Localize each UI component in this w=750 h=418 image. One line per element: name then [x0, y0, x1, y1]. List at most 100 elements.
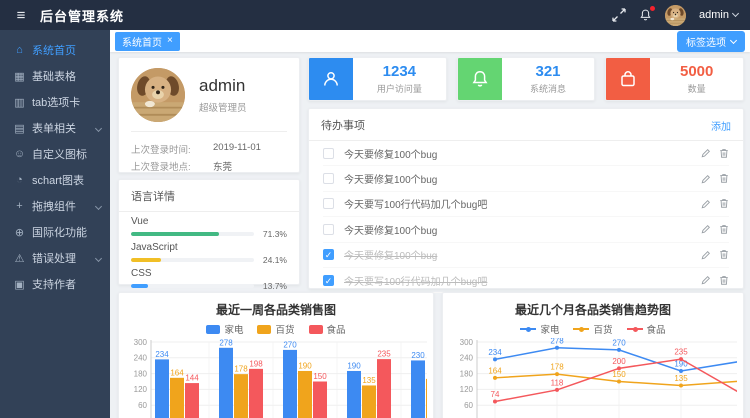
svg-text:118: 118	[551, 378, 564, 387]
language-name: CSS	[131, 268, 287, 279]
delete-icon[interactable]	[719, 173, 729, 184]
profile-card: admin 超级管理员 上次登录时间:2019-11-01 上次登录地点:东莞	[118, 57, 300, 173]
edit-icon[interactable]	[701, 174, 711, 184]
todo-checkbox[interactable]	[323, 173, 334, 184]
svg-text:300: 300	[460, 338, 474, 347]
sidebar-item-label: 自定义图标	[32, 146, 87, 162]
todo-item: 今天要修复100个bug	[323, 166, 729, 191]
edit-icon[interactable]	[701, 250, 711, 260]
todo-item: 今天要写100行代码加几个bug吧	[323, 192, 729, 217]
stat-label: 用户访问量	[377, 82, 422, 95]
avatar[interactable]	[665, 5, 686, 26]
sidebar-item-label: 表单相关	[32, 120, 76, 136]
svg-text:190: 190	[298, 361, 312, 370]
language-name: JavaScript	[131, 242, 287, 253]
tab-bar: 系统首页 × 标签选项	[110, 30, 750, 52]
svg-text:178: 178	[234, 365, 248, 374]
profile-top: admin 超级管理员	[119, 58, 299, 131]
sidebar-nav: ⌂系统首页▦基础表格▥tab选项卡 ▤ 表单相关 ☺自定义图标◔schart图表+拖拽…	[0, 30, 110, 418]
todo-item-actions	[701, 148, 729, 159]
todo-item-text: 今天要修复100个bug	[344, 146, 701, 161]
bell-icon	[458, 58, 502, 100]
sidebar-item-tab[interactable]: ▥tab选项卡	[0, 89, 110, 115]
todo-checkbox[interactable]: ✓	[323, 275, 334, 286]
legend-label: 百货	[275, 322, 294, 336]
main-content: admin 超级管理员 上次登录时间:2019-11-01上次登录地点:东莞 语…	[110, 52, 750, 418]
tab-icon: ▥	[12, 96, 27, 109]
menu-toggle-icon[interactable]: ≡	[8, 7, 34, 24]
profile-row: 上次登录地点:东莞	[131, 159, 287, 173]
delete-icon[interactable]	[719, 249, 729, 260]
tag-options-button[interactable]: 标签选项	[677, 31, 745, 52]
stat-label: 系统消息	[530, 82, 566, 95]
profile-rows: 上次登录时间:2019-11-01 上次登录地点:东莞	[119, 132, 299, 183]
todo-add-button[interactable]: 添加	[711, 118, 731, 133]
username-label: admin	[699, 9, 729, 21]
notifications-bell-icon[interactable]	[639, 8, 652, 22]
sidebar-item-gift[interactable]: ▣支持作者	[0, 271, 110, 297]
progress-fill	[131, 284, 148, 288]
svg-text:150: 150	[612, 370, 626, 379]
sidebar-item-drag[interactable]: +拖拽组件	[0, 193, 110, 219]
tab-home[interactable]: 系统首页 ×	[115, 32, 180, 51]
puppy-avatar-image	[665, 5, 686, 26]
profile-row-label: 上次登录地点:	[131, 159, 203, 173]
chevron-down-icon	[95, 125, 102, 132]
stat-card-user: 1234用户访问量	[308, 57, 447, 101]
line-chart-plot: 6012018024030023427827019016417815013574…	[451, 338, 737, 418]
stat-value: 5000	[680, 63, 713, 80]
language-card: 语言详情 Vue71.3%JavaScript24.1%CSS13.7%HTML…	[118, 179, 300, 285]
svg-text:164: 164	[488, 366, 502, 375]
sidebar-item-label: 错误处理	[32, 250, 76, 266]
progress-track	[131, 284, 254, 288]
progress-track	[131, 232, 254, 236]
todo-item-text: 今天要写100行代码加几个bug吧	[344, 273, 701, 288]
warning-icon: ⚠	[12, 252, 27, 265]
todo-checkbox[interactable]	[323, 148, 334, 159]
todo-item-text: 今天要修复100个bug	[344, 247, 701, 262]
sidebar-item-home[interactable]: ⌂系统首页	[0, 37, 110, 63]
avatar	[131, 68, 185, 122]
sidebar-item-chart[interactable]: ◔schart图表	[0, 167, 110, 193]
legend-item[interactable]: 家电	[520, 322, 559, 336]
sidebar-item-smile[interactable]: ☺自定义图标	[0, 141, 110, 167]
user-menu[interactable]: admin	[699, 9, 738, 21]
chevron-down-icon	[95, 255, 102, 262]
todo-checkbox[interactable]	[323, 224, 334, 235]
svg-text:300: 300	[134, 338, 148, 347]
app-title: 后台管理系统	[40, 6, 124, 25]
fullscreen-icon[interactable]	[612, 8, 626, 22]
legend-item[interactable]: 食品	[309, 322, 346, 336]
legend-item[interactable]: 家电	[206, 322, 243, 336]
progress-percent: 71.3%	[261, 229, 287, 239]
legend-swatch	[573, 328, 589, 330]
profile-row: 上次登录时间:2019-11-01	[131, 142, 287, 156]
stats-row: 1234用户访问量321系统消息5000数量	[308, 57, 744, 101]
svg-text:240: 240	[134, 354, 148, 363]
delete-icon[interactable]	[719, 198, 729, 209]
delete-icon[interactable]	[719, 275, 729, 286]
edit-icon[interactable]	[701, 224, 711, 234]
form-icon: ▤	[12, 122, 27, 135]
language-row: CSS13.7%	[131, 268, 287, 291]
edit-icon[interactable]	[701, 275, 711, 285]
edit-icon[interactable]	[701, 199, 711, 209]
legend-item[interactable]: 百货	[257, 322, 294, 336]
delete-icon[interactable]	[719, 224, 729, 235]
edit-icon[interactable]	[701, 148, 711, 158]
close-icon[interactable]: ×	[167, 36, 173, 46]
legend-item[interactable]: 百货	[573, 322, 612, 336]
gift-icon: ▣	[12, 278, 27, 291]
sidebar-item-globe[interactable]: ⊕国际化功能	[0, 219, 110, 245]
svg-text:240: 240	[460, 354, 474, 363]
sidebar-item-warning[interactable]: ⚠ 错误处理	[0, 245, 110, 271]
svg-text:135: 135	[362, 376, 376, 385]
delete-icon[interactable]	[719, 148, 729, 159]
legend-item[interactable]: 食品	[627, 322, 666, 336]
header-actions: admin	[612, 5, 750, 26]
todo-checkbox[interactable]: ✓	[323, 249, 334, 260]
sidebar-item-table[interactable]: ▦基础表格	[0, 63, 110, 89]
todo-checkbox[interactable]	[323, 198, 334, 209]
todo-list: 今天要修复100个bug今天要修复100个bug今天要写100行代码加几个bug…	[309, 141, 743, 293]
sidebar-item-form[interactable]: ▤ 表单相关	[0, 115, 110, 141]
